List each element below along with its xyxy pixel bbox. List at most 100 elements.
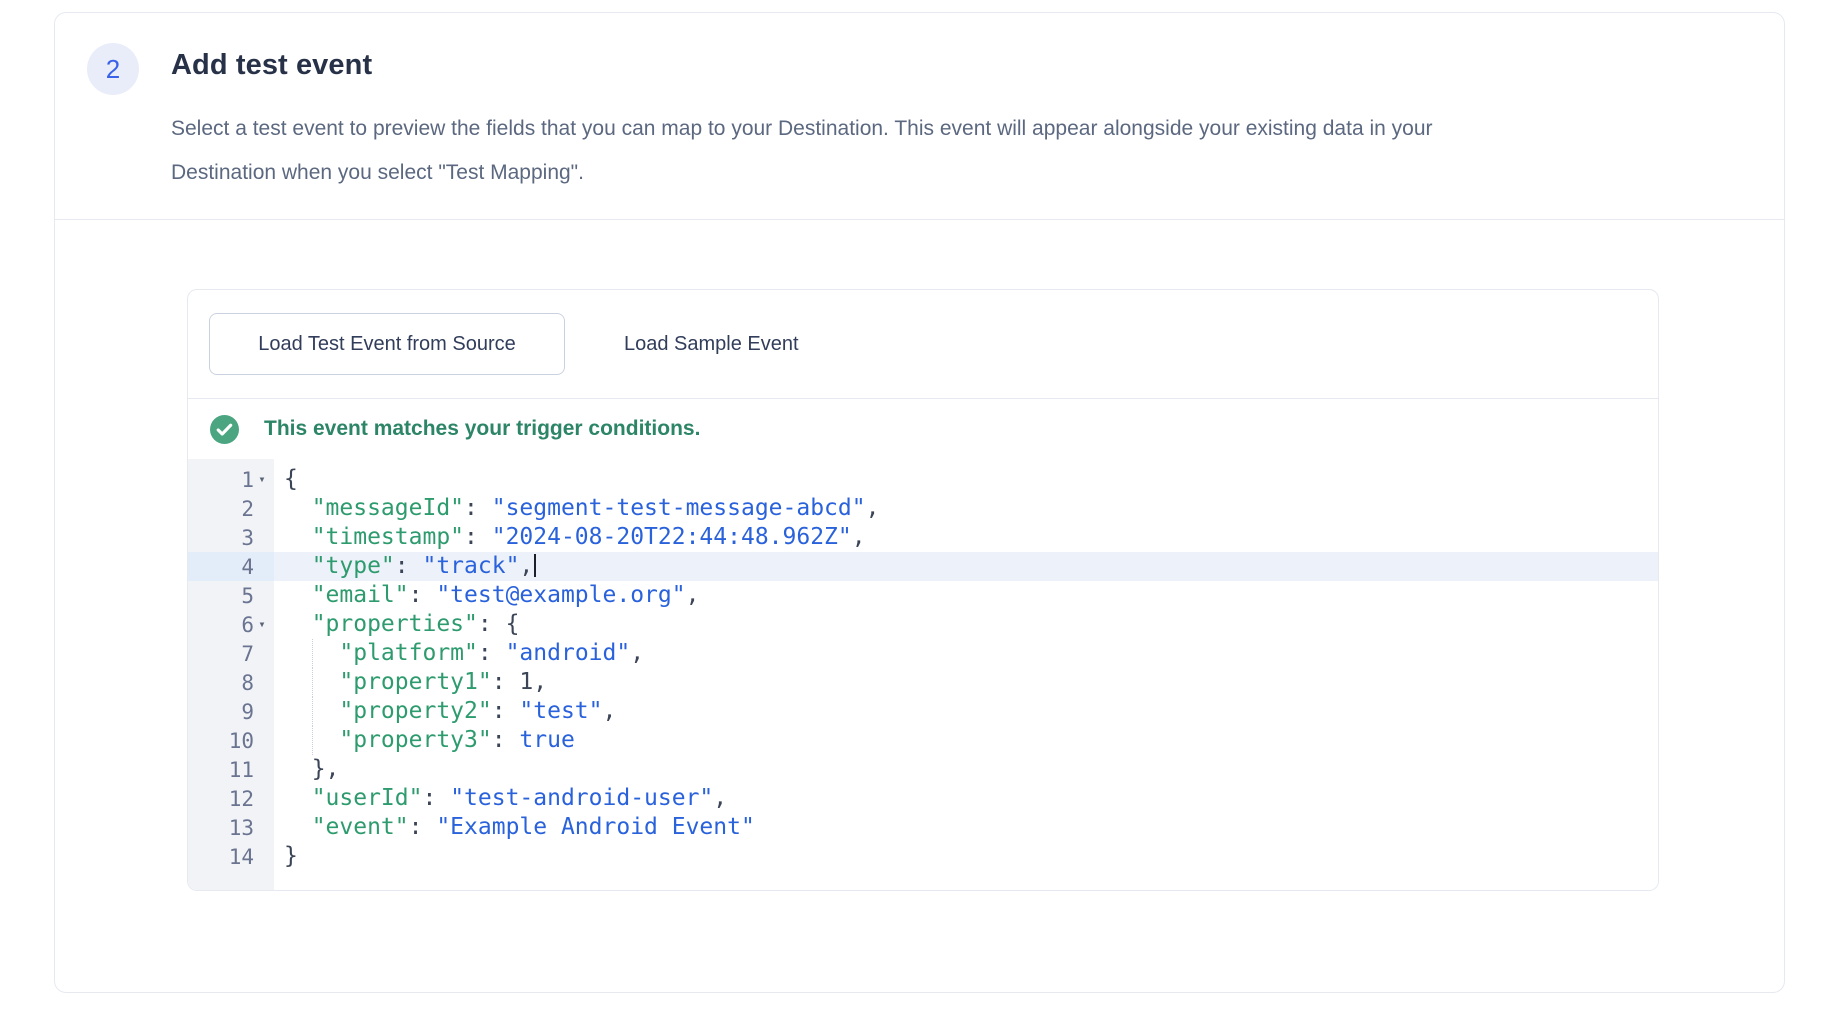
gutter-line-11: 11 (188, 755, 274, 784)
gutter-line-3: 3 (188, 523, 274, 552)
indent-guide (312, 639, 313, 668)
gutter-line-6: 6▾ (188, 610, 274, 639)
token-k: "timestamp" (284, 524, 464, 550)
token-p: , (713, 785, 727, 811)
line-number: 7 (241, 642, 254, 666)
code-line-7[interactable]: "platform": "android", (274, 639, 1658, 668)
code-line-3[interactable]: "timestamp": "2024-08-20T22:44:48.962Z", (274, 523, 1658, 552)
line-number: 11 (229, 758, 254, 782)
token-k: "property3" (284, 727, 492, 753)
token-k: "email" (284, 582, 409, 608)
page-title: Add test event (171, 49, 372, 82)
line-number: 9 (241, 700, 254, 724)
code-line-12[interactable]: "userId": "test-android-user", (274, 784, 1658, 813)
line-number: 3 (241, 526, 254, 550)
trigger-match-banner: This event matches your trigger conditio… (188, 399, 1658, 459)
fold-arrow-icon[interactable]: ▾ (254, 610, 270, 639)
token-p: , (630, 640, 644, 666)
load-test-event-button[interactable]: Load Test Event from Source (209, 313, 565, 375)
token-p: }, (284, 756, 339, 782)
code-line-11[interactable]: }, (274, 755, 1658, 784)
token-p: : (492, 698, 520, 724)
gutter-line-12: 12 (188, 784, 274, 813)
token-s: "test@example.org" (436, 582, 685, 608)
gutter-line-4: 4 (188, 552, 274, 581)
token-k: "event" (284, 814, 409, 840)
load-sample-event-button[interactable]: Load Sample Event (624, 333, 799, 356)
step-number-badge: 2 (87, 43, 139, 95)
token-k: "platform" (284, 640, 478, 666)
test-event-panel: Load Test Event from Source Load Sample … (187, 289, 1659, 891)
token-p: : (492, 727, 520, 753)
token-s: "android" (506, 640, 631, 666)
gutter-line-2: 2 (188, 494, 274, 523)
code-line-4[interactable]: "type": "track", (274, 552, 1658, 581)
code-line-6[interactable]: "properties": { (274, 610, 1658, 639)
trigger-match-message: This event matches your trigger conditio… (264, 417, 700, 441)
gutter-line-7: 7 (188, 639, 274, 668)
gutter-line-10: 10 (188, 726, 274, 755)
token-p: : (478, 640, 506, 666)
token-s: "test" (519, 698, 602, 724)
token-k: "messageId" (284, 495, 464, 521)
token-n: 1 (519, 669, 533, 695)
indent-guide (312, 668, 313, 697)
token-p: : (492, 669, 520, 695)
json-code-editor[interactable]: 1▾23456▾7891011121314 { "messageId": "se… (188, 459, 1658, 890)
indent-guide (312, 697, 313, 726)
line-number: 14 (229, 845, 254, 869)
line-number: 8 (241, 671, 254, 695)
token-p: : { (478, 611, 520, 637)
code-line-13[interactable]: "event": "Example Android Event" (274, 813, 1658, 842)
code-line-10[interactable]: "property3": true (274, 726, 1658, 755)
token-p: : (409, 582, 437, 608)
token-a: true (519, 727, 574, 753)
header-divider (55, 219, 1784, 220)
line-number: 4 (241, 555, 254, 579)
token-s: "segment-test-message-abcd" (492, 495, 866, 521)
gutter-line-8: 8 (188, 668, 274, 697)
code-line-9[interactable]: "property2": "test", (274, 697, 1658, 726)
token-k: "property1" (284, 669, 492, 695)
editor-gutter: 1▾23456▾7891011121314 (188, 459, 274, 890)
gutter-line-14: 14 (188, 842, 274, 871)
token-p: , (519, 553, 533, 579)
line-number: 2 (241, 497, 254, 521)
token-s: "2024-08-20T22:44:48.962Z" (492, 524, 852, 550)
token-s: "track" (422, 553, 519, 579)
code-line-14[interactable]: } (274, 842, 1658, 871)
token-p: : (409, 814, 437, 840)
step-description-line-1: Select a test event to preview the field… (171, 107, 1433, 151)
token-p: : (464, 524, 492, 550)
token-p: , (603, 698, 617, 724)
token-p: : (395, 553, 423, 579)
token-p: , (533, 669, 547, 695)
token-p: : (464, 495, 492, 521)
code-line-5[interactable]: "email": "test@example.org", (274, 581, 1658, 610)
code-line-1[interactable]: { (274, 465, 1658, 494)
line-number: 6 (241, 613, 254, 637)
gutter-line-5: 5 (188, 581, 274, 610)
code-line-2[interactable]: "messageId": "segment-test-message-abcd"… (274, 494, 1658, 523)
token-k: "properties" (284, 611, 478, 637)
step-card: 2 Add test event Select a test event to … (54, 12, 1785, 993)
text-cursor (534, 554, 536, 577)
token-s: "Example Android Event" (436, 814, 755, 840)
token-s: "test-android-user" (450, 785, 713, 811)
fold-arrow-icon[interactable]: ▾ (254, 465, 270, 494)
code-line-8[interactable]: "property1": 1, (274, 668, 1658, 697)
gutter-line-13: 13 (188, 813, 274, 842)
gutter-line-9: 9 (188, 697, 274, 726)
line-number: 10 (229, 729, 254, 753)
check-circle-icon (210, 415, 239, 444)
token-k: "userId" (284, 785, 422, 811)
page: { "step": { "number": "2", "title": "Add… (0, 0, 1822, 1036)
line-number: 1 (241, 468, 254, 492)
line-number: 12 (229, 787, 254, 811)
token-p: { (284, 466, 298, 492)
step-description-line-2: Destination when you select "Test Mappin… (171, 151, 1433, 195)
editor-code[interactable]: { "messageId": "segment-test-message-abc… (274, 459, 1658, 890)
gutter-line-1: 1▾ (188, 465, 274, 494)
line-number: 13 (229, 816, 254, 840)
token-k: "property2" (284, 698, 492, 724)
